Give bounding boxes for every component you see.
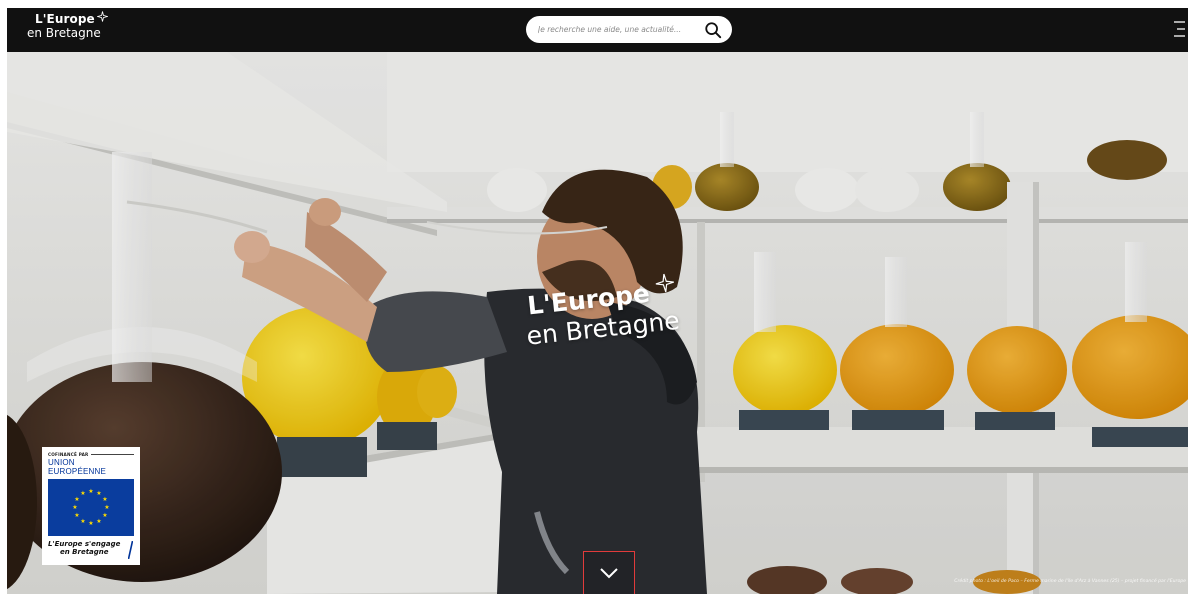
svg-text:★: ★: [88, 488, 93, 495]
badge-engage-line1: L'Europe s'engage: [48, 540, 121, 548]
svg-text:★: ★: [74, 512, 79, 519]
eu-flag-icon: ★ ★ ★ ★ ★ ★ ★ ★ ★ ★ ★ ★: [48, 479, 134, 536]
top-navigation-bar: L'Europe en Bretagne: [7, 8, 1188, 52]
chevron-down-icon: [600, 568, 618, 579]
eu-cofinancing-badge: COFINANCÉ PAR UNION EUROPÉENNE ★ ★ ★ ★ ★…: [42, 447, 140, 565]
svg-text:★: ★: [74, 496, 79, 503]
svg-text:★: ★: [72, 504, 77, 511]
svg-text:★: ★: [104, 504, 109, 511]
hero-banner: L'Europe en Bretagne COFINANCÉ PAR UNION…: [7, 52, 1188, 594]
badge-cofinance-text: COFINANCÉ PAR: [48, 452, 134, 457]
badge-engage-text: L'Europe s'engage en Bretagne: [48, 540, 134, 559]
svg-text:★: ★: [102, 512, 107, 519]
svg-text:★: ★: [80, 518, 85, 525]
badge-engage-line2: en Bretagne: [60, 548, 109, 557]
photo-credit: Crédit photo : L'oeil de Paco – Ferme ma…: [954, 579, 1186, 584]
badge-union-text: UNION EUROPÉENNE: [48, 458, 107, 476]
svg-text:★: ★: [96, 490, 101, 497]
hamburger-menu-icon[interactable]: [1174, 20, 1186, 38]
site-logo[interactable]: L'Europe en Bretagne: [27, 11, 108, 40]
search-input[interactable]: [538, 25, 698, 34]
svg-text:★: ★: [80, 490, 85, 497]
search-bar: [526, 16, 732, 43]
svg-text:★: ★: [88, 520, 93, 527]
sparkle-star-icon: [96, 11, 108, 22]
slash-mark-icon: [128, 541, 133, 559]
svg-text:★: ★: [102, 496, 107, 503]
logo-line1: L'Europe: [35, 12, 95, 26]
scroll-down-button[interactable]: [583, 551, 635, 594]
logo-line2: en Bretagne: [27, 26, 101, 40]
search-icon[interactable]: [704, 21, 722, 39]
page-frame: L'Europe en Bretagne Je recherche une ai…: [7, 8, 1188, 594]
sparkle-star-icon: [655, 273, 674, 293]
svg-text:★: ★: [96, 518, 101, 525]
eu-stars: ★ ★ ★ ★ ★ ★ ★ ★ ★ ★ ★ ★: [72, 488, 109, 527]
